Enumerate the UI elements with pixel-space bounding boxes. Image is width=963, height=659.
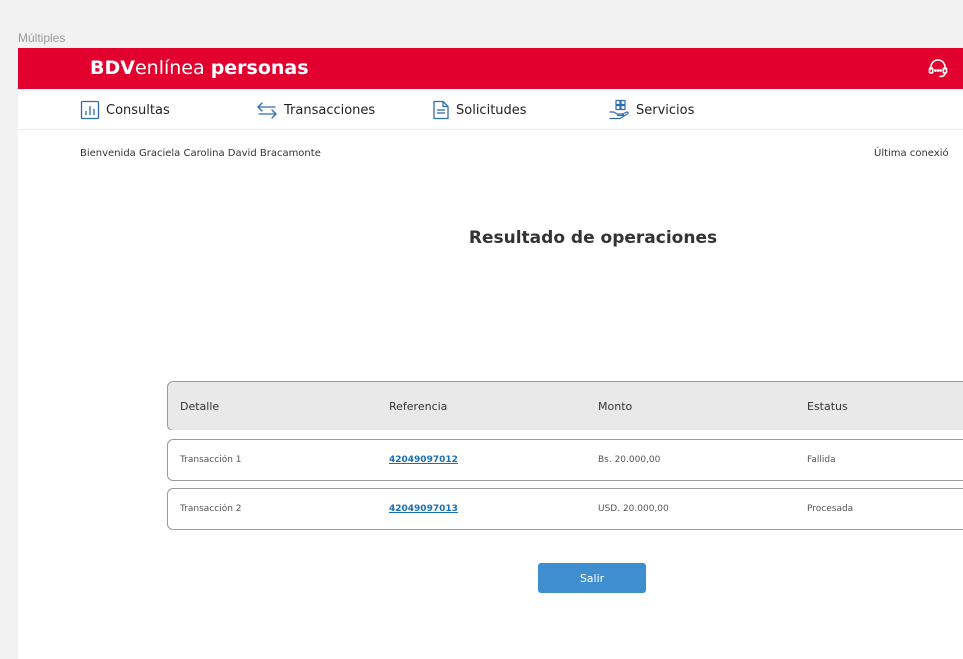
brand-part-personas: personas — [210, 57, 309, 79]
welcome-message: Bienvenida Graciela Carolina David Braca… — [80, 148, 321, 159]
document-icon — [433, 100, 449, 120]
brand-part-enlinea: enlínea — [134, 57, 205, 79]
nav-item-servicios[interactable]: Servicios — [608, 99, 694, 121]
nav-item-consultas[interactable]: Consultas — [80, 99, 170, 121]
nav-item-label: Transacciones — [284, 102, 376, 118]
column-header-detalle: Detalle — [180, 399, 220, 413]
nav-item-label: Solicitudes — [456, 102, 527, 118]
brand-logo: BDVenlínea personas — [90, 56, 309, 80]
page: BDVenlínea personas Consultas Transaccio… — [18, 48, 963, 659]
column-header-referencia: Referencia — [389, 399, 448, 413]
brand-part-bdv: BDV — [90, 57, 135, 79]
table-row: Transacción 2 42049097013 USD. 20.000,00… — [167, 488, 963, 530]
column-header-estatus: Estatus — [807, 399, 848, 413]
nav-item-solicitudes[interactable]: Solicitudes — [432, 99, 527, 121]
column-header-monto: Monto — [598, 399, 633, 413]
header-bottom-line — [168, 430, 963, 431]
frame-label: Múltiples — [18, 31, 66, 45]
cell-estatus: Procesada — [807, 504, 854, 514]
last-connection: Última conexió — [874, 148, 949, 159]
table-row: Transacción 1 42049097012 Bs. 20.000,00 … — [167, 439, 963, 481]
nav-item-label: Servicios — [636, 102, 695, 118]
table-header: Detalle Referencia Monto Estatus — [167, 381, 963, 431]
reference-link[interactable]: 42049097013 — [389, 489, 458, 529]
main-nav: Consultas Transacciones Solicitudes Serv… — [18, 89, 963, 130]
reference-link[interactable]: 42049097012 — [389, 440, 458, 480]
transfer-arrows-icon — [257, 102, 277, 119]
bar-chart-icon — [80, 100, 100, 120]
exit-button[interactable]: Salir — [538, 563, 646, 593]
cell-detalle: Transacción 2 — [180, 504, 242, 514]
hand-boxes-icon — [609, 99, 629, 120]
page-title: Resultado de operaciones — [468, 228, 718, 248]
top-bar: BDVenlínea personas — [18, 48, 963, 89]
cell-monto: USD. 20.000,00 — [598, 504, 669, 514]
customer-support-icon[interactable] — [926, 56, 950, 80]
nav-item-label: Consultas — [106, 102, 170, 118]
nav-item-transacciones[interactable]: Transacciones — [256, 99, 375, 121]
cell-estatus: Fallida — [807, 455, 836, 465]
cell-detalle: Transacción 1 — [180, 455, 242, 465]
cell-monto: Bs. 20.000,00 — [598, 455, 661, 465]
